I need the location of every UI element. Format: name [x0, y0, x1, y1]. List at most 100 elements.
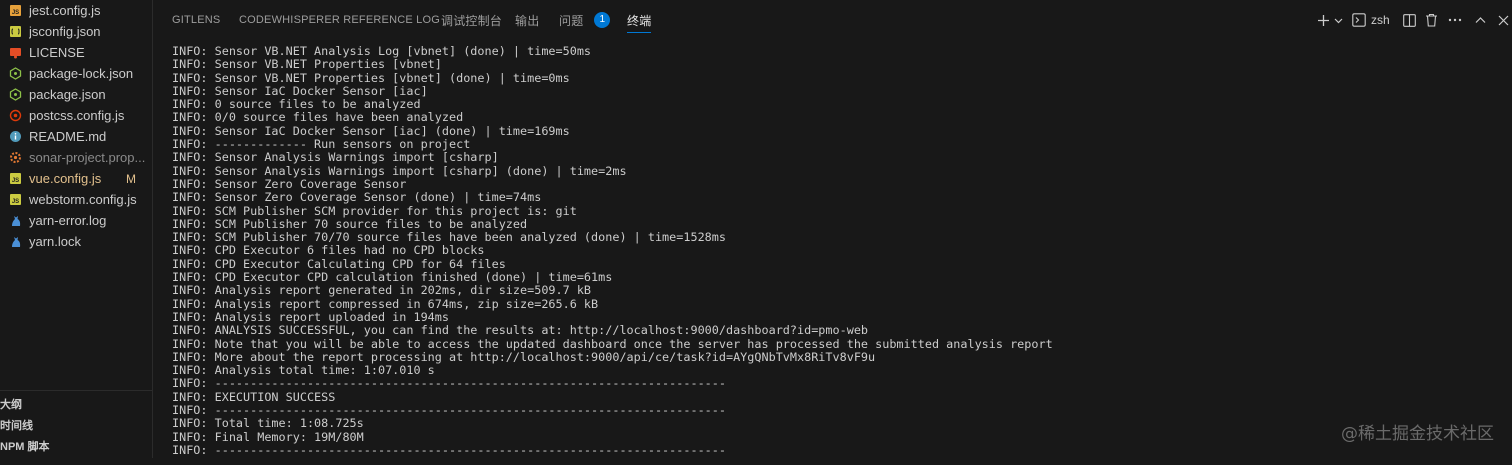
tab-output[interactable]: 输出	[515, 0, 539, 40]
ellipsis-icon[interactable]	[1446, 10, 1464, 30]
terminal-line: INFO: Analysis report uploaded in 194ms	[172, 309, 449, 324]
settings-file-icon	[8, 151, 22, 165]
section-timeline[interactable]: 时间线	[0, 414, 152, 435]
file-name: package.json	[29, 87, 106, 102]
terminal-line: INFO: Sensor Analysis Warnings import [c…	[172, 163, 627, 178]
terminal-line: INFO: Sensor Zero Coverage Sensor	[172, 176, 407, 191]
terminal-line: INFO: More about the report processing a…	[172, 349, 876, 364]
terminal-line: INFO: Sensor IaC Docker Sensor [iac]	[172, 83, 428, 98]
section-npm-scripts-label: NPM 脚本	[0, 440, 50, 453]
svg-text:JS: JS	[11, 10, 18, 16]
svg-text:JS: JS	[11, 199, 18, 205]
file-name: vue.config.js	[29, 171, 102, 186]
terminal-line: INFO: Analysis report generated in 202ms…	[172, 283, 592, 298]
terminal-line: INFO: EXECUTION SUCCESS	[172, 389, 336, 404]
section-outline[interactable]: 大纲	[0, 393, 152, 414]
section-npm-scripts[interactable]: NPM 脚本	[0, 435, 152, 456]
terminal-line: INFO: ----------------------------------…	[172, 442, 726, 457]
js-file-icon: JS	[8, 4, 22, 18]
plus-icon[interactable]	[1315, 10, 1331, 30]
file-name: jsconfig.json	[29, 24, 101, 39]
terminal-output[interactable]: INFO: Sensor VB.NET Analysis Log [vbnet]…	[172, 45, 1492, 465]
npm-package-icon	[8, 67, 22, 81]
terminal-line: INFO: SCM Publisher 70 source files to b…	[172, 216, 528, 231]
terminal-line: INFO: ANALYSIS SUCCESSFUL, you can find …	[172, 323, 869, 338]
shell-label: zsh	[1371, 13, 1390, 27]
section-outline-label: 大纲	[0, 398, 22, 411]
terminal-line: INFO: Sensor VB.NET Analysis Log [vbnet]…	[172, 45, 592, 58]
terminal-line: INFO: CPD Executor CPD calculation finis…	[172, 270, 613, 285]
tab-output-label: 输出	[515, 13, 540, 28]
explorer-file-item[interactable]: JS vue.config.js M	[0, 168, 152, 189]
bottom-panel: GITLENS CODEWHISPERER REFERENCE LOG 调试控制…	[153, 0, 1512, 458]
watermark: @稀土掘金技术社区	[1341, 424, 1494, 444]
terminal-line: INFO: Sensor Zero Coverage Sensor (done)…	[172, 190, 542, 205]
explorer-file-item[interactable]: jsconfig.json	[0, 21, 152, 42]
terminal-line: INFO: Sensor IaC Docker Sensor [iac] (do…	[172, 123, 570, 138]
terminal-line: INFO: ------------- Run sensors on proje…	[172, 137, 471, 152]
explorer-file-item[interactable]: JS jest.config.js	[0, 0, 152, 21]
terminal-icon	[1352, 13, 1366, 27]
explorer-file-item[interactable]: JS webstorm.config.js	[0, 189, 152, 210]
file-name: sonar-project.prop...	[29, 150, 146, 165]
file-name: yarn-error.log	[29, 213, 107, 228]
chevron-down-icon[interactable]	[1332, 10, 1344, 30]
tab-terminal-label: 终端	[627, 13, 652, 28]
trash-icon[interactable]	[1423, 10, 1439, 30]
yarn-icon	[8, 214, 22, 228]
explorer-file-item[interactable]: README.md	[0, 126, 152, 147]
terminal-line: INFO: Final Memory: 19M/80M	[172, 429, 364, 444]
explorer-file-item[interactable]: postcss.config.js	[0, 105, 152, 126]
tab-gitlens[interactable]: GITLENS	[172, 0, 220, 40]
terminal-line: INFO: Sensor Analysis Warnings import [c…	[172, 150, 499, 165]
problems-count-badge: 1	[594, 12, 611, 28]
explorer-file-item[interactable]: LICENSE	[0, 42, 152, 63]
js-file-icon: JS	[8, 193, 22, 207]
terminal-line: INFO: CPD Executor Calculating CPD for 6…	[172, 256, 506, 271]
terminal-line: INFO: ----------------------------------…	[172, 403, 726, 418]
explorer-file-item[interactable]: package-lock.json	[0, 63, 152, 84]
chevron-up-icon[interactable]	[1472, 10, 1488, 30]
explorer-file-item[interactable]: package.json	[0, 84, 152, 105]
file-name: package-lock.json	[29, 66, 134, 81]
panel-tab-bar: GITLENS CODEWHISPERER REFERENCE LOG 调试控制…	[153, 0, 1512, 40]
explorer-file-item[interactable]: sonar-project.prop...	[0, 147, 152, 168]
npm-package-icon	[8, 88, 22, 102]
tab-problems[interactable]: 问题 1	[559, 0, 611, 40]
terminal-line: INFO: Note that you will be able to acce…	[172, 336, 1053, 351]
tab-codewhisperer-reference-log[interactable]: CODEWHISPERER REFERENCE LOG	[239, 0, 440, 40]
close-icon[interactable]	[1496, 10, 1510, 30]
tab-codewhisperer-label: CODEWHISPERER REFERENCE LOG	[239, 14, 440, 26]
sidebar-sections: 大纲 时间线 NPM 脚本	[0, 390, 152, 453]
file-name: yarn.lock	[29, 234, 82, 249]
terminal-line: INFO: 0/0 source files have been analyze…	[172, 110, 464, 125]
terminal-line: INFO: SCM Publisher 70/70 source files h…	[172, 230, 726, 245]
tab-problems-label: 问题	[559, 13, 584, 28]
tab-terminal[interactable]: 终端	[627, 0, 652, 40]
yarn-icon	[8, 235, 22, 249]
file-name: postcss.config.js	[29, 108, 125, 123]
split-icon[interactable]	[1401, 10, 1417, 30]
tab-gitlens-label: GITLENS	[172, 14, 221, 26]
file-name: README.md	[29, 129, 107, 144]
terminal-line: INFO: Analysis report compressed in 674m…	[172, 296, 599, 311]
file-name: LICENSE	[29, 45, 85, 60]
vue-file-icon: JS	[8, 172, 22, 186]
svg-text:JS: JS	[11, 178, 18, 184]
info-icon	[8, 130, 22, 144]
shell-selector[interactable]: zsh	[1352, 10, 1398, 30]
terminal-line: INFO: Sensor VB.NET Properties [vbnet] (…	[172, 70, 570, 85]
explorer-sidebar: JS jest.config.js jsconfig.json LICENSE pack…	[0, 0, 153, 458]
terminal-line: INFO: SCM Publisher SCM provider for thi…	[172, 203, 577, 218]
terminal-line: INFO: 0 source files to be analyzed	[172, 97, 421, 112]
terminal-line: INFO: Total time: 1:08.725s	[172, 416, 364, 431]
tab-debug-console-label: 调试控制台	[441, 13, 503, 28]
explorer-file-item[interactable]: yarn-error.log	[0, 210, 152, 231]
git-modified-badge: M	[126, 171, 136, 186]
tab-debug-console[interactable]: 调试控制台	[441, 0, 502, 40]
section-timeline-label: 时间线	[0, 419, 33, 432]
postcss-icon	[8, 109, 22, 123]
explorer-file-item[interactable]: yarn.lock	[0, 231, 152, 252]
terminal-line: INFO: Analysis total time: 1:07.010 s	[172, 363, 435, 378]
license-icon	[8, 46, 22, 60]
